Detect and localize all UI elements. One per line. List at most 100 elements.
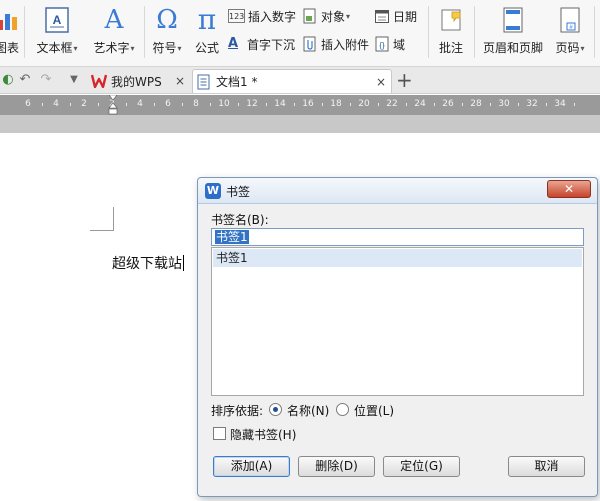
- print-preview-icon[interactable]: ◐: [0, 72, 16, 88]
- ruler-tick-mark: [546, 103, 547, 106]
- sort-by-name-radio[interactable]: [269, 403, 282, 416]
- redo-icon[interactable]: ↷: [38, 72, 54, 88]
- page-number-label: 页码: [555, 41, 580, 55]
- ruler-tick-mark: [490, 103, 491, 106]
- object-icon: [302, 8, 318, 24]
- textbox-label: 文本框: [36, 41, 73, 55]
- attachment-button[interactable]: 插入附件: [302, 35, 369, 53]
- page-number-button[interactable]: # 页码▾: [550, 4, 590, 62]
- date-label: 日期: [393, 9, 418, 24]
- ruler-tick-mark: [518, 103, 519, 106]
- indent-marker-icon[interactable]: [108, 95, 118, 115]
- ruler-tick-label: 4: [137, 99, 143, 109]
- ruler-tick-label: 18: [330, 99, 342, 109]
- field-button[interactable]: {} 域: [374, 35, 405, 53]
- ruler-tick-mark: [154, 103, 155, 106]
- close-icon[interactable]: ×: [375, 75, 387, 89]
- document-body-text: 超级下载站: [112, 256, 182, 272]
- ruler-tick-mark: [574, 103, 575, 106]
- undo-icon[interactable]: ↶: [17, 72, 33, 88]
- ruler-tick-label: 28: [470, 99, 482, 109]
- document-icon: [197, 74, 210, 89]
- list-item[interactable]: 书签1: [213, 249, 582, 267]
- chart-icon: [0, 14, 17, 30]
- formula-label: 公式: [194, 41, 219, 55]
- svg-text:A: A: [53, 13, 62, 27]
- sort-by-position-radio[interactable]: [336, 403, 349, 416]
- bookmark-name-label: 书签名(B):: [211, 213, 269, 227]
- sort-by-position-label[interactable]: 位置(L): [354, 402, 394, 419]
- symbol-button[interactable]: Ω 符号▾: [146, 4, 188, 62]
- textbox-icon: A: [45, 7, 69, 33]
- tab-document1[interactable]: 文档1 * ×: [192, 69, 392, 93]
- separator: [594, 6, 595, 58]
- ruler-tick-label: 6: [25, 99, 31, 109]
- bookmark-name-input[interactable]: 书签1: [211, 228, 584, 246]
- dialog-title-bar[interactable]: W 书签 ✕: [198, 178, 597, 204]
- horizontal-ruler[interactable]: 642246810121416182022242628303234: [0, 95, 600, 115]
- delete-button[interactable]: 删除(D): [298, 456, 375, 477]
- field-icon: {}: [374, 36, 390, 52]
- attachment-icon: [302, 36, 318, 52]
- bookmark-list[interactable]: 书签1: [211, 247, 584, 396]
- chevron-down-icon: ▾: [177, 44, 182, 53]
- wps-writer-icon: W: [205, 183, 221, 199]
- field-label: 域: [393, 37, 406, 52]
- bookmark-name-value: 书签1: [215, 230, 249, 244]
- hide-bookmarks-label[interactable]: 隐藏书签(H): [230, 426, 296, 443]
- chevron-down-icon: ▾: [130, 44, 135, 53]
- wordart-button[interactable]: A 艺术字▾: [88, 4, 140, 62]
- tab-my-wps[interactable]: 我的WPS ×: [88, 69, 192, 93]
- ruler-tick-label: 24: [414, 99, 426, 109]
- omega-icon: Ω: [156, 5, 178, 35]
- dropcap-button[interactable]: A 首字下沉: [228, 35, 295, 53]
- formula-button[interactable]: π 公式: [190, 4, 224, 62]
- comment-button[interactable]: 批注: [432, 4, 470, 62]
- comment-icon: [441, 9, 461, 31]
- svg-text:{}: {}: [379, 41, 385, 50]
- document-text[interactable]: 超级下载站: [112, 253, 184, 273]
- dialog-body: 书签名(B): 书签1 书签1 排序依据: 名称(N) 位置(L) 隐藏书签(H…: [199, 205, 596, 495]
- goto-button[interactable]: 定位(G): [383, 456, 460, 477]
- customize-dropdown-icon[interactable]: ▼: [66, 72, 82, 88]
- separator: [144, 6, 145, 58]
- number-icon: 123: [228, 9, 245, 23]
- ruler-tick-label: 26: [442, 99, 454, 109]
- ruler-tick-mark: [182, 103, 183, 106]
- ruler-tick-mark: [70, 103, 71, 106]
- date-button[interactable]: 日期: [374, 7, 417, 25]
- chart-button[interactable]: 图表: [0, 4, 22, 62]
- ruler-tick-mark: [98, 103, 99, 106]
- ruler-tick-label: 10: [218, 99, 230, 109]
- ribbon-toolbar: 图表 A 文本框▾ A 艺术字▾ Ω 符号▾ π 公式 123 插入数字 A 首…: [0, 0, 600, 67]
- cancel-button[interactable]: 取消: [508, 456, 585, 477]
- dialog-close-button[interactable]: ✕: [547, 180, 591, 198]
- chevron-down-icon: ▾: [346, 11, 351, 21]
- object-button[interactable]: 对象 ▾: [302, 7, 350, 25]
- ruler-tick-label: 12: [246, 99, 258, 109]
- insert-number-button[interactable]: 123 插入数字: [228, 7, 296, 25]
- object-label: 对象: [321, 9, 346, 24]
- dropcap-icon: A: [228, 36, 239, 51]
- symbol-label: 符号: [152, 41, 177, 55]
- hide-bookmarks-checkbox[interactable]: [213, 427, 226, 440]
- tab-label: 文档1 *: [216, 75, 258, 89]
- ruler-tick-label: 30: [498, 99, 510, 109]
- bookmark-dialog: W 书签 ✕ 书签名(B): 书签1 书签1 排序依据: 名称(N) 位置(L)…: [197, 177, 598, 497]
- add-button[interactable]: 添加(A): [213, 456, 290, 477]
- chevron-down-icon: ▾: [73, 44, 78, 53]
- ruler-tick-label: 8: [193, 99, 199, 109]
- textbox-button[interactable]: A 文本框▾: [30, 4, 84, 62]
- new-tab-button[interactable]: +: [396, 70, 413, 90]
- header-footer-button[interactable]: 页眉和页脚: [478, 4, 548, 62]
- ruler-tick-mark: [126, 103, 127, 106]
- sort-by-name-label[interactable]: 名称(N): [287, 402, 329, 419]
- ruler-tick-label: 2: [81, 99, 87, 109]
- ruler-tick-mark: [210, 103, 211, 106]
- close-icon[interactable]: ×: [174, 74, 186, 88]
- dropcap-label: 首字下沉: [247, 37, 296, 52]
- ruler-tick-mark: [378, 103, 379, 106]
- ruler-tick-mark: [462, 103, 463, 106]
- ruler-tick-mark: [294, 103, 295, 106]
- ruler-margin-strip: [0, 115, 600, 133]
